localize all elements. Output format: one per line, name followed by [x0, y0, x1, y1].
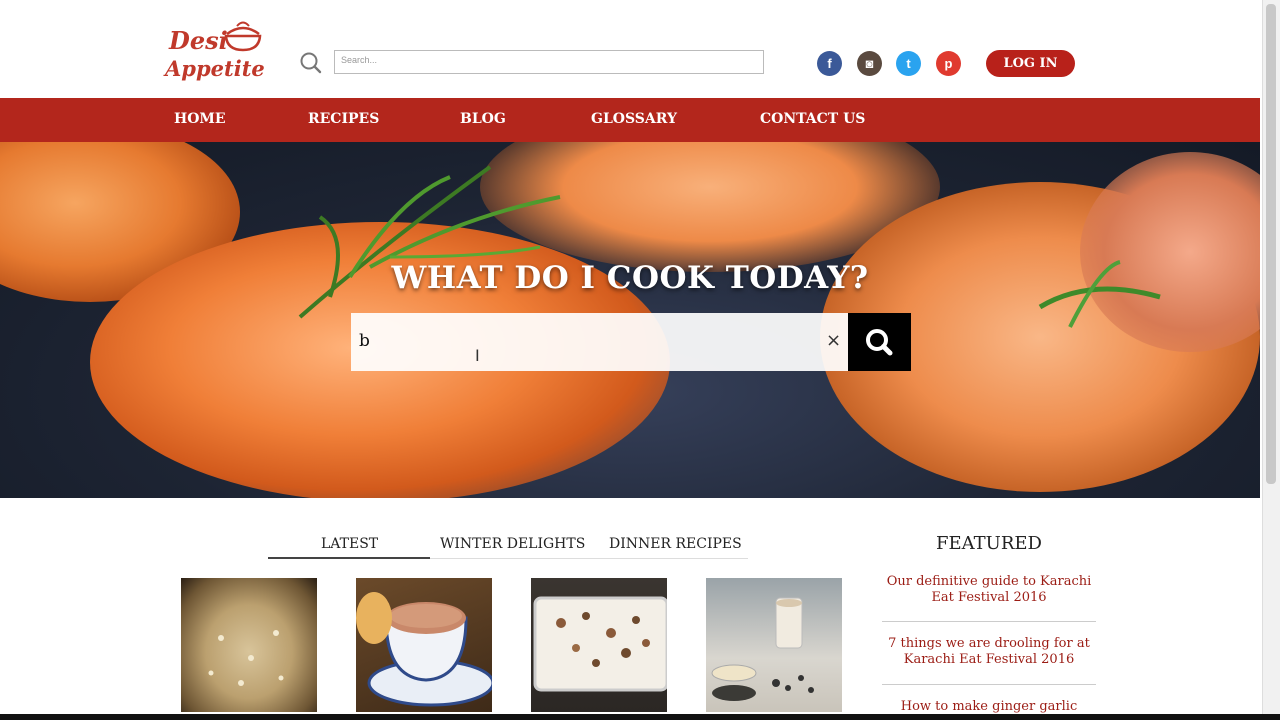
facebook-icon[interactable]: f	[817, 51, 842, 76]
hero-banner: WHAT DO I COOK TODAY? b I ×	[0, 142, 1260, 498]
recipe-search-input[interactable]: b	[351, 313, 848, 371]
featured-link[interactable]: How to make ginger garlic	[882, 699, 1096, 715]
search-icon	[866, 329, 893, 356]
twitter-icon[interactable]: t	[896, 51, 921, 76]
nav-item-recipes[interactable]: RECIPES	[308, 98, 379, 142]
recipe-photo	[533, 596, 667, 692]
featured-heading: FEATURED	[936, 533, 1042, 554]
nav-item-contact-us[interactable]: CONTACT US	[760, 98, 865, 142]
recipe-thumbnail[interactable]	[706, 578, 842, 712]
logo-text-appetite: Appetite	[165, 56, 265, 81]
pinterest-icon[interactable]: p	[936, 51, 961, 76]
featured-link[interactable]: 7 things we are drooling for at Karachi …	[882, 636, 1096, 668]
recipe-photo	[208, 630, 284, 686]
page-scrollbar[interactable]	[1262, 0, 1280, 720]
hero-title: WHAT DO I COOK TODAY?	[391, 260, 869, 296]
login-button[interactable]: LOG IN	[986, 50, 1075, 77]
recipe-photo	[356, 592, 492, 707]
tabs-divider	[430, 558, 748, 559]
main-nav: HOME RECIPES BLOG GLOSSARY CONTACT US	[0, 98, 1260, 142]
tab-dinner-recipes[interactable]: DINNER RECIPES	[609, 536, 742, 552]
instagram-icon[interactable]: ◙	[857, 51, 882, 76]
herb-garnish-icon	[298, 165, 561, 319]
featured-divider	[882, 684, 1096, 685]
recipe-search-button[interactable]	[848, 313, 911, 371]
logo-text-desi: Desi	[169, 26, 228, 55]
recipe-tabs: LATEST WINTER DELIGHTS DINNER RECIPES	[268, 530, 748, 560]
featured-divider	[882, 621, 1096, 622]
nav-item-home[interactable]: HOME	[174, 98, 226, 142]
nav-item-blog[interactable]: BLOG	[460, 98, 506, 142]
header-search-placeholder: Search...	[341, 55, 378, 65]
scrollbar-thumb[interactable]	[1266, 4, 1276, 484]
recipe-thumbnail[interactable]	[531, 578, 667, 712]
tab-winter-delights[interactable]: WINTER DELIGHTS	[440, 536, 585, 552]
search-icon[interactable]	[298, 50, 324, 76]
header-search-input[interactable]: Search...	[334, 50, 764, 74]
recipe-photo	[711, 597, 814, 701]
site-logo[interactable]: Desi Appetite	[163, 18, 268, 82]
active-tab-indicator	[268, 557, 430, 559]
recipe-thumbnail[interactable]	[181, 578, 317, 712]
text-cursor-icon: I	[475, 346, 480, 365]
recipe-thumbnail[interactable]	[356, 578, 492, 712]
featured-link[interactable]: Our definitive guide to Karachi Eat Fest…	[882, 574, 1096, 606]
tab-latest[interactable]: LATEST	[321, 536, 378, 552]
nav-item-glossary[interactable]: GLOSSARY	[591, 98, 677, 142]
window-bottom-edge	[0, 714, 1280, 720]
clear-search-icon[interactable]: ×	[826, 330, 841, 352]
site-header: Desi Appetite Search... f ◙ t p LOG IN	[0, 0, 1260, 98]
cooking-pot-icon	[224, 21, 262, 52]
